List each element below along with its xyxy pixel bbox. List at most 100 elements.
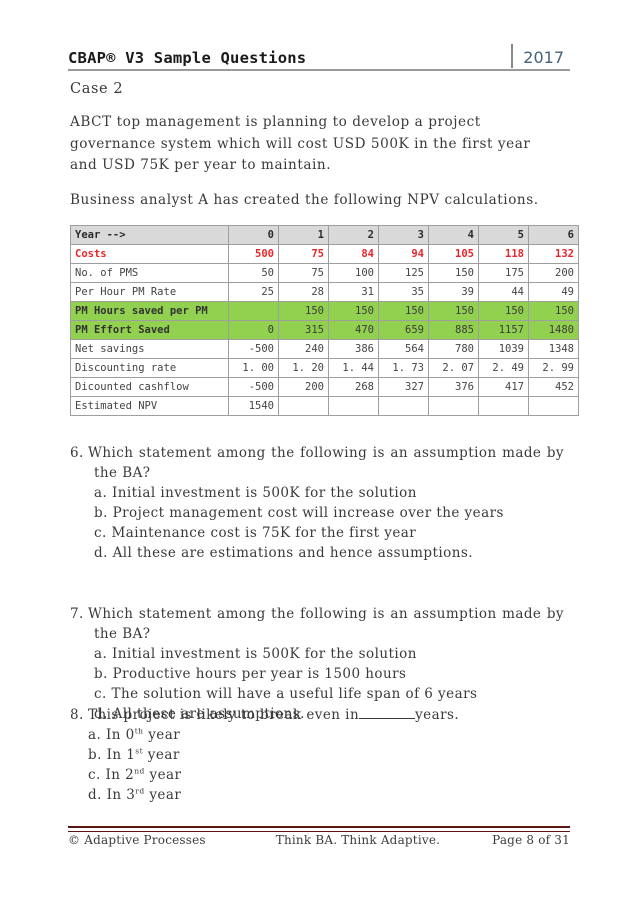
table-cell: 150 [278, 301, 329, 321]
table-cell: 132 [528, 244, 579, 264]
table-row: Net savings -500 240 386 564 780 1039 1348 [70, 339, 579, 359]
table-cell: 200 [278, 377, 329, 397]
table-cell: 452 [528, 377, 579, 397]
table-row-label: Costs [70, 244, 229, 264]
table-cell: 2. 49 [478, 358, 529, 378]
table-cell: -500 [228, 377, 279, 397]
table-cell: 75 [278, 263, 329, 283]
table-cell: 1. 44 [328, 358, 379, 378]
table-cell: 44 [478, 282, 529, 302]
question-8-number: 8. [70, 707, 84, 723]
table-cell [228, 301, 279, 321]
table-cell: 200 [528, 263, 579, 283]
question-8-option-b[interactable]: b. In 1st year [88, 745, 564, 765]
table-row: Costs 500 75 84 94 105 118 132 [70, 244, 579, 264]
table-cell: 150 [478, 301, 529, 321]
table-header-year-2: 2 [328, 225, 379, 245]
question-7-option-a[interactable]: a. Initial investment is 500K for the so… [94, 644, 564, 664]
table-cell: 39 [428, 282, 479, 302]
table-cell: 49 [528, 282, 579, 302]
table-cell [328, 396, 379, 416]
footer-tagline: Think BA. Think Adaptive. [275, 833, 441, 847]
table-cell: 118 [478, 244, 529, 264]
npv-calculation-table: Year --> 0 1 2 3 4 5 6 Costs 500 75 84 94 105 118 132 No… [70, 225, 579, 416]
header-rule [68, 69, 570, 71]
question-8-stem: 8. This project is likely to break even i… [70, 705, 564, 725]
case-paragraph-1: ABCT top management is planning to devel… [70, 114, 531, 173]
ordinal-suffix: st [135, 746, 144, 756]
question-8-option-a[interactable]: a. In 0th year [88, 725, 564, 745]
table-cell: 0 [228, 320, 279, 340]
question-8-blank[interactable] [359, 706, 416, 719]
table-header-year-0: 0 [228, 225, 279, 245]
case-paragraph-2: Business analyst A has created the follo… [70, 192, 539, 208]
table-row: PM Hours saved per PM 150 150 150 150 150 150 [70, 301, 579, 321]
table-cell: 94 [378, 244, 429, 264]
document-year: 2017 [523, 48, 564, 67]
table-header-row: Year --> 0 1 2 3 4 5 6 [70, 225, 579, 245]
question-6-option-b[interactable]: b. Project management cost will increase… [94, 503, 564, 523]
question-8-option-c[interactable]: c. In 2nd year [88, 765, 564, 785]
footer-rule [68, 826, 570, 832]
table-cell: 1540 [228, 396, 279, 416]
table-row: Discounting rate 1. 00 1. 20 1. 44 1. 73 2. 0… [70, 358, 579, 378]
table-cell: 100 [328, 263, 379, 283]
table-row-label: PM Effort Saved [70, 320, 229, 340]
document-header: CBAP® V3 Sample Questions 2017 [68, 36, 570, 68]
table-cell: 470 [328, 320, 379, 340]
table-row: Estimated NPV 1540 [70, 396, 579, 416]
question-8-text-before: This project is likely to break even in [88, 707, 360, 723]
document-footer: © Adaptive Processes Think BA. Think Ada… [68, 833, 570, 847]
table-cell: 885 [428, 320, 479, 340]
table-cell: 50 [228, 263, 279, 283]
table-cell: 35 [378, 282, 429, 302]
table-row-label: Net savings [70, 339, 229, 359]
table-cell: 268 [328, 377, 379, 397]
document-title: CBAP® V3 Sample Questions [68, 49, 307, 67]
table-cell: 105 [428, 244, 479, 264]
table-cell: 659 [378, 320, 429, 340]
table-row: No. of PMS 50 75 100 125 150 175 200 [70, 263, 579, 283]
question-6-option-a[interactable]: a. Initial investment is 500K for the so… [94, 483, 564, 503]
footer-copyright: © Adaptive Processes [68, 833, 206, 847]
table-cell: 150 [328, 301, 379, 321]
table-cell [278, 396, 329, 416]
table-cell: 1157 [478, 320, 529, 340]
table-cell: 1348 [528, 339, 579, 359]
table-header-year-4: 4 [428, 225, 479, 245]
table-cell: 2. 99 [528, 358, 579, 378]
question-7-option-c[interactable]: c. The solution will have a useful life … [94, 684, 564, 704]
question-8: 8. This project is likely to break even i… [70, 705, 564, 805]
table-cell: 327 [378, 377, 429, 397]
case-title: Case 2 [70, 81, 124, 97]
table-row-label: Dicounted cashflow [70, 377, 229, 397]
table-cell: 417 [478, 377, 529, 397]
table-cell: 84 [328, 244, 379, 264]
table-cell: 1. 20 [278, 358, 329, 378]
ordinal-suffix: rd [135, 786, 145, 796]
ordinal-suffix: th [134, 726, 144, 736]
table-cell [428, 396, 479, 416]
question-7-option-b[interactable]: b. Productive hours per year is 1500 hou… [94, 664, 564, 684]
table-cell [378, 396, 429, 416]
question-6-number: 6. [70, 445, 84, 461]
table-cell: 1039 [478, 339, 529, 359]
question-8-option-d[interactable]: d. In 3rd year [88, 785, 564, 805]
ordinal-suffix: nd [134, 766, 145, 776]
table-row-label: No. of PMS [70, 263, 229, 283]
question-8-options: a. In 0th year b. In 1st year c. In 2nd ye… [70, 725, 564, 805]
question-6-option-d[interactable]: d. All these are estimations and hence a… [94, 543, 564, 563]
table-header-year-6: 6 [528, 225, 579, 245]
table-cell: 150 [428, 301, 479, 321]
table-row: Per Hour PM Rate 25 28 31 35 39 44 49 [70, 282, 579, 302]
table-cell [528, 396, 579, 416]
table-header-label: Year --> [70, 225, 229, 245]
question-6-options: a. Initial investment is 500K for the so… [70, 483, 564, 563]
table-header-year-5: 5 [478, 225, 529, 245]
table-cell: 25 [228, 282, 279, 302]
table-cell: 315 [278, 320, 329, 340]
question-6-option-c[interactable]: c. Maintenance cost is 75K for the first… [94, 523, 564, 543]
table-cell: 240 [278, 339, 329, 359]
table-row-label: Discounting rate [70, 358, 229, 378]
table-header-year-3: 3 [378, 225, 429, 245]
